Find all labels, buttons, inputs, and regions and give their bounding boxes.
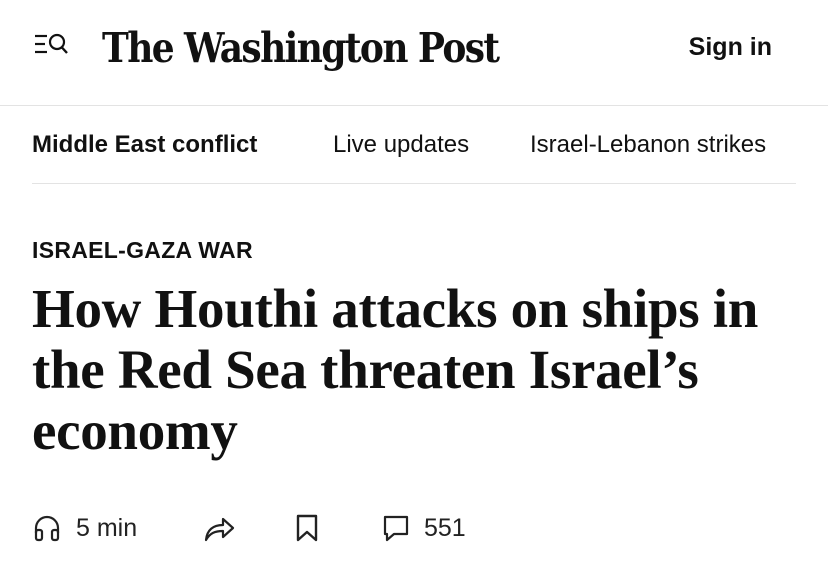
save-button[interactable] bbox=[294, 506, 320, 550]
subnav-item-live-updates[interactable]: Live updates bbox=[333, 130, 469, 160]
comments-button[interactable]: 551 bbox=[382, 506, 466, 550]
subnav-item-middle-east-conflict[interactable]: Middle East conflict bbox=[32, 130, 257, 160]
menu-search-icon bbox=[35, 33, 68, 54]
comments-count: 551 bbox=[424, 514, 466, 542]
section-kicker[interactable]: ISRAEL-GAZA WAR bbox=[32, 235, 253, 265]
masthead-logo[interactable]: The Washington Post bbox=[102, 16, 500, 80]
article-headline: How Houthi attacks on ships in the Red S… bbox=[32, 278, 759, 461]
article-actions: 5 min 551 bbox=[32, 506, 792, 550]
share-button[interactable] bbox=[202, 506, 236, 550]
comment-icon bbox=[383, 515, 409, 542]
headphones-icon bbox=[34, 515, 60, 542]
share-icon bbox=[204, 517, 235, 542]
listen-button[interactable]: 5 min bbox=[32, 506, 137, 550]
site-header: The Washington Post Sign in bbox=[0, 0, 828, 106]
sign-in-link[interactable]: Sign in bbox=[689, 30, 772, 64]
section-subnav: Middle East conflict Live updates Israel… bbox=[32, 106, 796, 184]
menu-search-button[interactable] bbox=[34, 31, 70, 63]
subnav-item-israel-lebanon-strikes[interactable]: Israel-Lebanon strikes bbox=[530, 130, 766, 160]
bookmark-icon bbox=[296, 514, 318, 542]
listen-duration: 5 min bbox=[76, 514, 138, 542]
